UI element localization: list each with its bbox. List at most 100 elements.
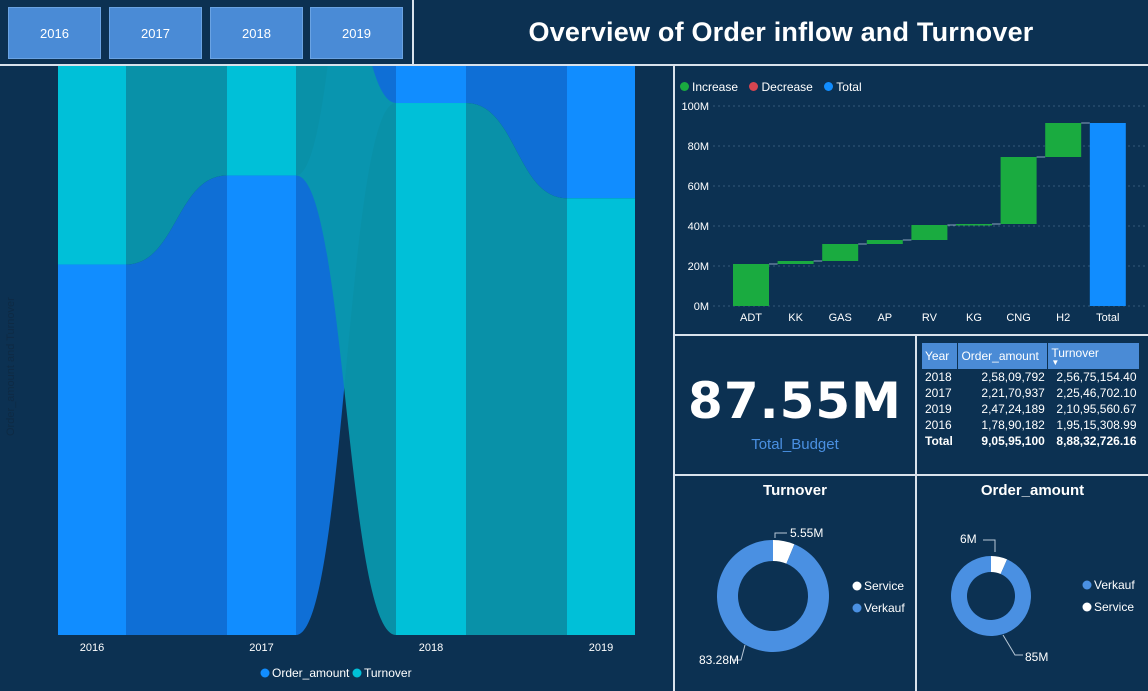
waterfall-bar	[733, 264, 769, 306]
waterfall-bar	[911, 225, 948, 240]
order-turnover-table: Year Order_amount Turnover ▼ 2018 2,58,09,…	[922, 343, 1140, 449]
donut-legend-label: Service	[864, 579, 904, 593]
sort-desc-icon: ▼	[1051, 358, 1060, 367]
table-cell: 2,25,46,702.10	[1056, 386, 1137, 400]
legend-item-decrease[interactable]: Decrease	[749, 80, 813, 94]
ribbon-x-tick-label: 2018	[419, 642, 443, 654]
table-row[interactable]: 2017 2,21,70,937 2,25,46,702.10	[922, 385, 1140, 401]
column-header-year[interactable]: Year	[922, 343, 959, 369]
title-box: Overview of Order inflow and Turnover	[412, 0, 1148, 66]
table-cell: 2019	[925, 402, 952, 416]
turnover-bar	[227, 66, 296, 176]
waterfall-chart: 0M 20M 40M 60M 80M 100M ADT KK GAS AP RV KG CNG H2 Tot…	[681, 101, 1145, 324]
waterfall-x-tick-label: KG	[966, 312, 982, 324]
legend-dot-icon	[852, 581, 862, 591]
waterfall-y-tick-label: 0M	[694, 301, 709, 313]
ribbon-y-axis-label: Order_amount and Turnover	[5, 297, 17, 436]
year-button-2018[interactable]: 2018	[210, 7, 303, 59]
order-amount-bar	[58, 264, 126, 635]
table-cell: 2018	[925, 370, 952, 384]
ribbon-legend-label: Order_amount	[272, 666, 350, 680]
waterfall-y-tick-label: 60M	[688, 181, 709, 193]
waterfall-x-tick-label: ADT	[740, 312, 762, 324]
legend-dot-icon	[352, 668, 362, 678]
table-cell: 2,21,70,937	[981, 386, 1045, 400]
legend-item-increase[interactable]: Increase	[680, 80, 738, 94]
table-cell: 8,88,32,726.16	[1056, 434, 1137, 448]
waterfall-y-tick-label: 100M	[681, 101, 709, 113]
legend-dot-icon	[749, 82, 759, 91]
order-amount-donut-chart: 6M 85M Verkauf Service	[951, 532, 1135, 664]
ribbon-x-tick-label: 2016	[80, 642, 104, 654]
donut-leader-line	[1002, 634, 1023, 656]
donut-legend-label: Verkauf	[864, 601, 905, 615]
donut-data-label-service: 6M	[960, 532, 977, 546]
year-button-2019[interactable]: 2019	[310, 7, 403, 59]
order-amount-donut-title: Order_amount	[980, 482, 1085, 499]
table-cell: 2,58,09,792	[981, 370, 1045, 384]
waterfall-bar	[1000, 157, 1037, 224]
ribbon-legend-label: Turnover	[364, 666, 412, 680]
donut-data-label-verkauf: 85M	[1025, 650, 1048, 664]
waterfall-x-tick-label: GAS	[829, 312, 852, 324]
donut-leader-line	[774, 532, 787, 538]
legend-item-total[interactable]: Total	[824, 80, 862, 94]
waterfall-bar	[1089, 123, 1126, 306]
legend-dot-icon	[824, 82, 834, 91]
waterfall-y-tick-label: 80M	[688, 141, 709, 153]
table-cell: 2016	[925, 418, 952, 432]
turnover-bar	[396, 103, 466, 635]
total-budget-value: 87.55M	[688, 372, 902, 430]
table-row[interactable]: 2019 2,47,24,189 2,10,95,560.67	[922, 401, 1140, 417]
table-total-row[interactable]: Total 9,05,95,100 8,88,32,726.16	[922, 433, 1140, 449]
table-cell: 1,78,90,182	[981, 418, 1045, 432]
donut-legend-label: Verkauf	[1094, 578, 1135, 592]
legend-dot-icon	[260, 668, 270, 678]
table-cell: 2,47,24,189	[981, 402, 1045, 416]
table-cell: 2,10,95,560.67	[1056, 402, 1137, 416]
waterfall-bar	[822, 244, 859, 261]
turnover-donut-title: Turnover	[763, 482, 827, 499]
donut-data-label-verkauf: 83.28M	[699, 653, 739, 667]
waterfall-bar	[777, 261, 814, 264]
legend-dot-icon	[852, 603, 862, 613]
waterfall-y-tick-label: 20M	[688, 261, 709, 273]
table-cell: 2,56,75,154.40	[1056, 370, 1137, 384]
waterfall-y-tick-label: 40M	[688, 221, 709, 233]
column-header-turnover[interactable]: Turnover ▼	[1047, 343, 1140, 369]
year-button-2017[interactable]: 2017	[109, 7, 202, 59]
divider	[675, 474, 1148, 476]
table-row[interactable]: 2018 2,58,09,792 2,56,75,154.40	[922, 369, 1140, 385]
waterfall-bar	[956, 224, 992, 226]
ribbon-chart: Order_amount and Turnover 2016 2017 2018 20…	[5, 66, 635, 680]
legend-dot-icon	[1082, 602, 1092, 612]
ribbon-x-tick-label: 2017	[249, 642, 273, 654]
donut-slice-verkauf	[951, 556, 1031, 636]
turnover-bar	[567, 198, 635, 636]
divider	[675, 334, 1148, 336]
waterfall-legend: Increase Decrease Total	[680, 78, 869, 96]
year-button-2016[interactable]: 2016	[8, 7, 101, 59]
waterfall-x-tick-label: KK	[788, 312, 803, 324]
ribbon-x-tick-label: 2019	[589, 642, 613, 654]
donut-slice-verkauf	[717, 540, 829, 652]
donut-leader-line	[983, 539, 996, 552]
waterfall-x-tick-label: Total	[1096, 312, 1119, 324]
order-amount-bar	[396, 66, 466, 104]
table-cell: 2017	[925, 386, 952, 400]
order-amount-bar	[227, 175, 296, 635]
waterfall-bar	[1045, 123, 1082, 157]
page-title: Overview of Order inflow and Turnover	[528, 16, 1034, 47]
table-row[interactable]: 2016 1,78,90,182 1,95,15,308.99	[922, 417, 1140, 433]
legend-dot-icon	[1082, 580, 1092, 590]
order-amount-bar	[567, 66, 635, 199]
waterfall-x-tick-label: RV	[922, 312, 938, 324]
turnover-bar	[58, 66, 126, 265]
donut-legend-label: Service	[1094, 600, 1134, 614]
column-header-order-amount[interactable]: Order_amount	[957, 343, 1049, 369]
waterfall-x-tick-label: CNG	[1006, 312, 1030, 324]
waterfall-bar	[866, 240, 903, 244]
turnover-donut-chart: 5.55M 83.28M Service Verkauf	[699, 526, 905, 667]
donut-data-label-service: 5.55M	[790, 526, 823, 540]
legend-dot-icon	[680, 82, 689, 91]
